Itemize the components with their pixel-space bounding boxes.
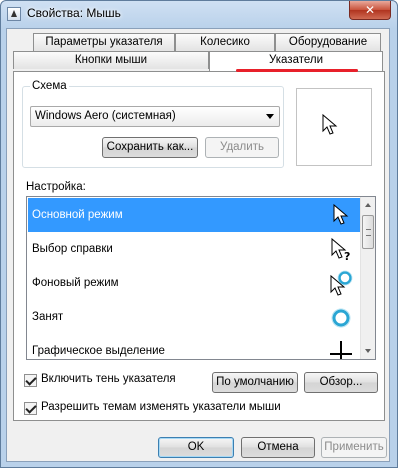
list-item-help-select[interactable]: Выбор справки ? bbox=[28, 232, 362, 266]
scrollbar-thumb[interactable] bbox=[362, 215, 374, 249]
customize-label: Настройка: bbox=[26, 181, 86, 193]
tab-pointers[interactable]: Указатели bbox=[209, 51, 383, 71]
pointer-list[interactable]: Основной режим Выбор справки ? Фоновый р… bbox=[26, 196, 376, 360]
list-item-label: Фоновый режим bbox=[32, 277, 119, 289]
use-default-button[interactable]: По умолчанию bbox=[212, 372, 298, 393]
title-bar[interactable]: Свойства: Мышь ✕ bbox=[1, 1, 397, 27]
browse-button[interactable]: Обзор... bbox=[304, 372, 378, 393]
scheme-selected-value: Windows Aero (системная) bbox=[35, 110, 176, 122]
tab-hardware[interactable]: Оборудование bbox=[275, 33, 381, 51]
preview-arrow-cursor-icon bbox=[322, 113, 338, 135]
tab-buttons[interactable]: Кнопки мыши bbox=[13, 51, 209, 69]
red-annotation-underline bbox=[236, 69, 358, 72]
cancel-button[interactable]: Отмена bbox=[241, 437, 315, 458]
help-cursor-icon: ? bbox=[331, 237, 350, 262]
delete-button[interactable]: Удалить bbox=[205, 137, 279, 158]
working-in-background-cursor-icon bbox=[330, 270, 353, 296]
list-scrollbar[interactable] bbox=[360, 197, 375, 359]
tab-wheel[interactable]: Колесико bbox=[175, 33, 275, 51]
scroll-down-arrow-icon[interactable] bbox=[365, 349, 371, 353]
mouse-app-icon bbox=[7, 7, 21, 21]
scroll-up-arrow-icon[interactable] bbox=[365, 203, 371, 207]
ok-button[interactable]: OK bbox=[158, 437, 234, 458]
list-item-label: Выбор справки bbox=[32, 243, 113, 255]
allow-themes-checkbox[interactable] bbox=[24, 402, 37, 415]
precision-select-cursor-icon bbox=[330, 341, 352, 359]
list-item-label: Занят bbox=[32, 311, 64, 323]
scheme-dropdown[interactable]: Windows Aero (системная) bbox=[30, 106, 280, 127]
arrow-cursor-icon bbox=[333, 203, 349, 225]
shadow-checkbox[interactable] bbox=[24, 374, 37, 387]
tab-pointer-options[interactable]: Параметры указателя bbox=[33, 33, 175, 51]
dropdown-arrow-icon bbox=[266, 114, 274, 119]
busy-cursor-icon bbox=[331, 308, 351, 328]
list-item-busy[interactable]: Занят bbox=[28, 300, 362, 334]
window-title: Свойства: Мышь bbox=[27, 6, 121, 20]
list-item-working-in-background[interactable]: Фоновый режим bbox=[28, 266, 362, 300]
apply-button[interactable]: Применить bbox=[321, 437, 387, 458]
svg-text:?: ? bbox=[344, 250, 350, 262]
list-item-label: Основной режим bbox=[32, 209, 123, 221]
scheme-group-label: Схема bbox=[30, 80, 69, 92]
list-item-label: Графическое выделение bbox=[32, 345, 165, 357]
shadow-checkbox-label: Включить тень указателя bbox=[41, 373, 176, 385]
cursor-preview-box bbox=[296, 88, 372, 166]
list-item-precision-select[interactable]: Графическое выделение bbox=[28, 334, 362, 359]
allow-themes-checkbox-label: Разрешить темам изменять указатели мыши bbox=[41, 401, 281, 413]
list-item-normal-select[interactable]: Основной режим bbox=[28, 198, 362, 232]
save-as-button[interactable]: Сохранить как... bbox=[102, 137, 198, 158]
close-button[interactable]: ✕ bbox=[349, 1, 391, 20]
